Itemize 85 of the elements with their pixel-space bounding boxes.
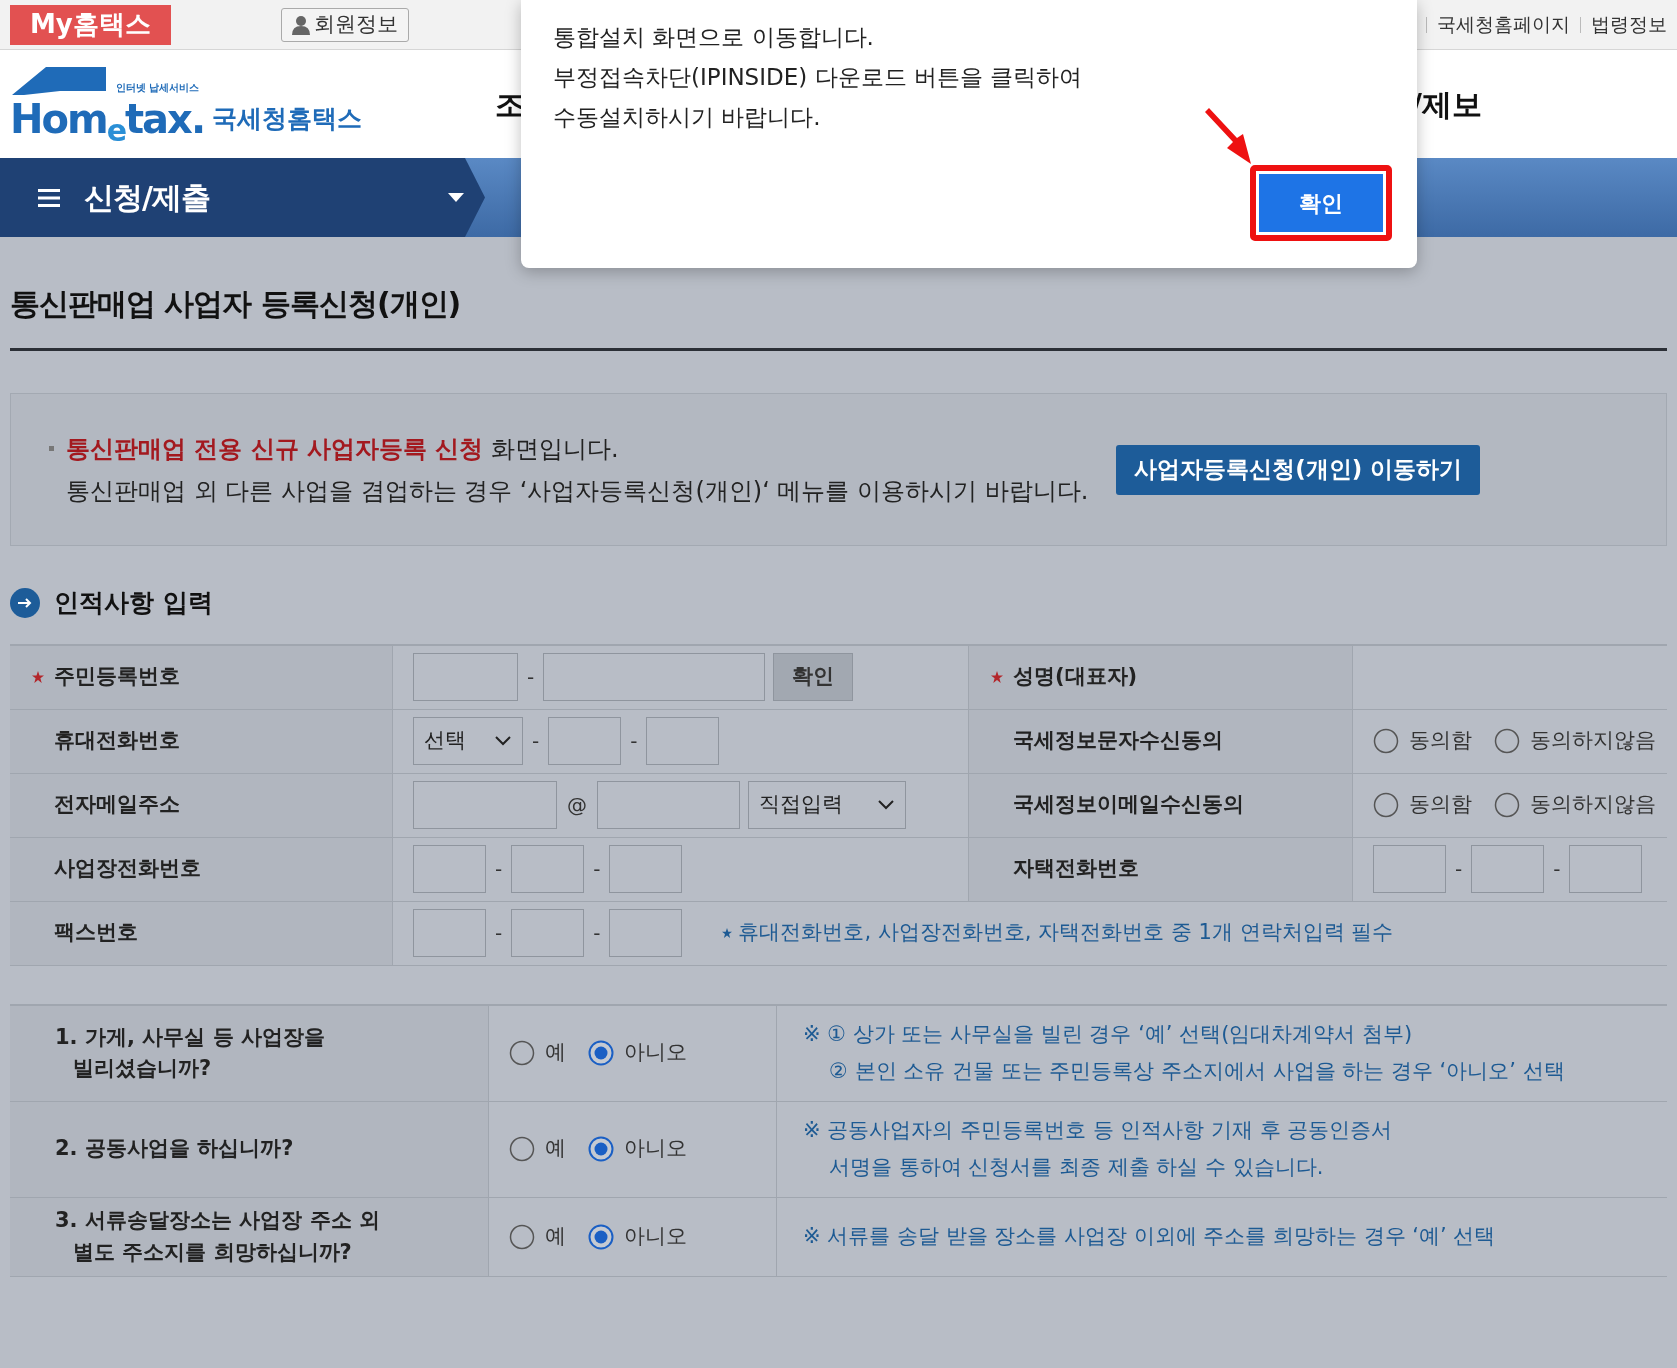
radio-option[interactable]: 아니오: [588, 1133, 687, 1165]
field-label: 주민등록번호: [54, 663, 180, 691]
top-link[interactable]: 법령정보: [1591, 10, 1667, 39]
question-text: 1. 가게, 사무실 등 사업장을: [55, 1023, 326, 1051]
notice-text: 통신판매업 전용 신규 사업자등록 신청 화면입니다.: [66, 433, 619, 465]
notice-text: 통신판매업 외 다른 사업을 겸업하는 경우 ‘사업자등록신청(개인)‘ 메뉴를 이용하시기 바랍니다.: [66, 475, 1089, 507]
note-text: ※ 서류를 송달 받을 장소를 사업장 이외에 주소를 희망하는 경우 ‘예’ 선택: [803, 1222, 1497, 1250]
dialog-message: 통합설치 화면으로 이동합니다.: [553, 23, 875, 52]
separator: -: [494, 856, 504, 883]
note-text: ※ ① 상가 또는 사무실을 빌린 경우 ‘예’ 선택(임대차계약서 첨부): [803, 1020, 1414, 1048]
note-text: ② 본인 소유 건물 또는 주민등록상 주소지에서 사업을 하는 경우 ‘아니오’ 선택: [828, 1058, 1566, 1085]
chevron-down-icon: [494, 735, 512, 747]
input-field[interactable]: [511, 845, 585, 893]
field-label: 국세정보문자수신동의: [1013, 727, 1223, 755]
separator: -: [531, 728, 541, 755]
asterisk-icon: [722, 928, 733, 938]
field-label: 팩스번호: [54, 919, 138, 947]
separator: -: [1454, 856, 1464, 883]
input-field[interactable]: [609, 845, 683, 893]
field-label: 사업장전화번호: [54, 855, 201, 883]
radio-option[interactable]: 아니오: [588, 1220, 687, 1253]
input-field[interactable]: [511, 909, 585, 957]
radio-option[interactable]: 예: [509, 1037, 566, 1069]
separator: -: [526, 664, 536, 691]
radio-option[interactable]: 예: [509, 1133, 566, 1165]
input-field[interactable]: [609, 909, 683, 957]
separator: -: [592, 856, 602, 883]
page-title: 통신판매업 사업자 등록신청(개인): [10, 285, 462, 323]
logo-name: 국세청홈택스: [212, 102, 363, 135]
select-field[interactable]: 선택: [413, 717, 523, 765]
field-label: 휴대전화번호: [54, 727, 180, 755]
radio-option[interactable]: 동의하지않음: [1494, 725, 1656, 757]
ok-button[interactable]: 확인: [1259, 174, 1383, 232]
at-sign: @: [566, 792, 588, 819]
menu-fragment: 조: [495, 85, 525, 124]
menu-icon: [38, 188, 60, 207]
input-field[interactable]: [1373, 845, 1446, 893]
question-text: 2. 공동사업을 하십니까?: [55, 1135, 295, 1163]
top-link[interactable]: 국세청홈페이지: [1437, 10, 1570, 39]
note-text: ※ 공동사업자의 주민등록번호 등 인적사항 기재 후 공동인증서: [803, 1116, 1394, 1144]
question-text: 3. 서류송달장소는 사업장 주소 외: [55, 1207, 381, 1234]
input-field[interactable]: [597, 781, 740, 829]
question-text: 별도 주소지를 희망하십니까?: [72, 1238, 353, 1266]
radio-option[interactable]: 동의하지않음: [1494, 789, 1656, 821]
arrow-icon: [1203, 108, 1253, 166]
input-field[interactable]: [543, 653, 766, 701]
dialog-message: 부정접속차단(IPINSIDE) 다운로드 버튼을 클릭하여: [553, 63, 1084, 92]
input-field[interactable]: [413, 781, 557, 829]
field-label: 국세정보이메일수신동의: [1013, 791, 1244, 819]
input-field[interactable]: [548, 717, 622, 765]
input-field[interactable]: [413, 909, 486, 957]
member-info-button[interactable]: 회원정보: [280, 7, 409, 42]
input-field[interactable]: [1569, 845, 1643, 893]
person-icon: [291, 14, 310, 35]
input-field[interactable]: [1471, 845, 1545, 893]
nav-title: 신청/제출: [84, 179, 210, 217]
select-field[interactable]: 직접입력: [748, 781, 906, 829]
radio-option[interactable]: 아니오: [588, 1037, 687, 1069]
my-hometax-button[interactable]: My홈택스: [10, 4, 171, 45]
arrow-circle-icon: [10, 587, 40, 618]
field-label: 성명(대표자): [1013, 663, 1138, 691]
dialog-message: 수동설치하시기 바랍니다.: [553, 103, 822, 132]
field-label: 전자메일주소: [54, 791, 180, 819]
input-field[interactable]: [413, 653, 518, 701]
separator: -: [1552, 856, 1562, 883]
logo-tagline: 인터넷 납세서비스: [116, 81, 200, 95]
move-button[interactable]: 사업자등록신청(개인) 이동하기: [1116, 444, 1481, 495]
separator: -: [494, 920, 504, 947]
bullet-icon: [49, 446, 54, 451]
input-field[interactable]: [413, 845, 486, 893]
radio-option[interactable]: 예: [509, 1220, 566, 1253]
separator: -: [592, 920, 602, 947]
confirm-button[interactable]: 확인: [773, 653, 854, 701]
field-label: 자택전화번호: [1013, 855, 1139, 883]
chevron-down-icon: [877, 799, 895, 811]
input-field[interactable]: [646, 717, 720, 765]
caret-down-icon: [447, 193, 464, 202]
radio-option[interactable]: 동의함: [1373, 789, 1472, 821]
question-text: 빌리셨습니까?: [72, 1055, 213, 1082]
separator: -: [629, 728, 639, 755]
note-text: 서명을 통하여 신청서를 최종 제출 하실 수 있습니다.: [828, 1154, 1325, 1181]
radio-option[interactable]: 동의함: [1373, 725, 1472, 757]
logo-word: Hom$_{e}$tax.: [10, 95, 205, 143]
note-text: 휴대전화번호, 사업장전화번호, 자택전화번호 중 1개 연락처입력 필수: [738, 919, 1394, 947]
section-title: 인적사항 입력: [54, 587, 213, 619]
